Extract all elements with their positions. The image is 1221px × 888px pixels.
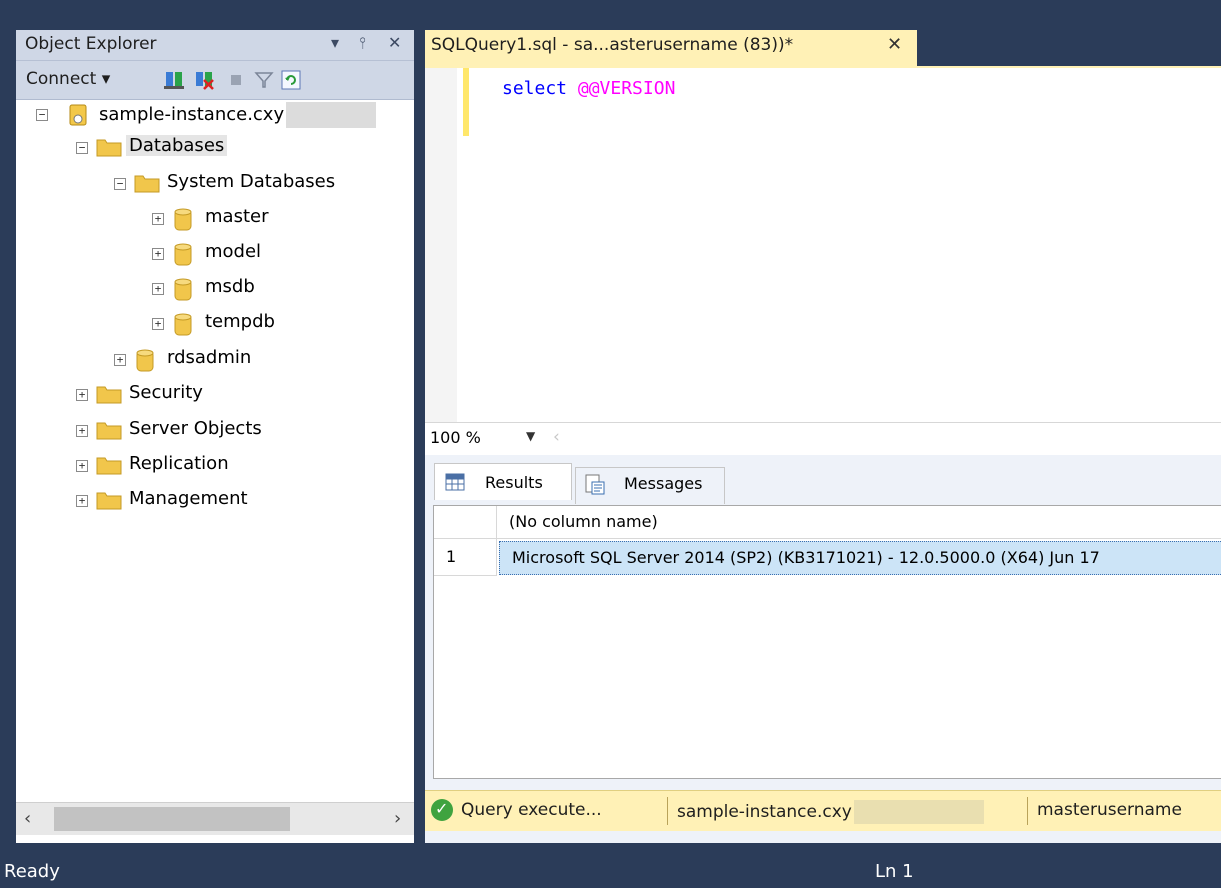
expand-icon[interactable]: + [76,389,88,401]
disconnect-server-icon[interactable] [194,70,214,90]
database-icon [174,278,192,301]
close-panel-icon[interactable]: ✕ [388,33,401,52]
expand-icon[interactable]: + [152,283,164,295]
change-indicator [463,68,469,136]
object-explorer-tree: − sample-instance.cxy − Databases − Syst… [16,100,414,800]
zoom-level[interactable]: 100 % [430,428,481,447]
tree-label: sample-instance.cxy [96,102,379,128]
column-header[interactable]: (No column name) [497,506,1221,539]
tree-label: tempdb [205,311,275,332]
database-icon [174,313,192,336]
tree-label: Server Objects [129,418,262,439]
collapse-icon[interactable]: − [36,109,48,121]
status-line-number: Ln 1 [875,861,914,882]
query-status-message: Query execute... [461,800,602,820]
query-editor[interactable]: select @@VERSION [425,66,1221,422]
sql-keyword: select [502,78,568,99]
folder-icon [96,139,122,157]
collapse-icon[interactable]: − [114,178,126,190]
scroll-left-icon[interactable]: ‹ [24,808,31,829]
tab-results[interactable]: Results [434,463,572,500]
query-status-bar: Query execute... sample-instance.cxy mas… [425,790,1221,831]
folder-icon [96,422,122,440]
tab-messages[interactable]: Messages [575,467,725,504]
redacted-text [286,102,377,128]
query-document: SQLQuery1.sql - sa...asterusername (83))… [425,30,1221,843]
window-position-dropdown-icon[interactable]: ▾ [331,33,339,52]
expand-icon[interactable]: + [76,495,88,507]
status-server: sample-instance.cxy [677,800,984,824]
tree-label: master [205,206,269,227]
refresh-icon[interactable] [281,70,301,90]
expand-icon[interactable]: + [152,248,164,260]
expand-icon[interactable]: + [76,425,88,437]
messages-icon [585,474,605,495]
code-line[interactable]: select @@VERSION [502,78,675,99]
tab-label: Messages [624,474,703,493]
expand-icon[interactable]: + [76,460,88,472]
document-tab-strip: SQLQuery1.sql - sa...asterusername (83))… [425,30,1221,68]
success-check-icon [431,799,453,821]
filter-icon[interactable] [254,70,274,90]
server-icon [69,104,87,126]
scroll-right-icon[interactable]: › [394,808,401,829]
results-grid[interactable]: (No column name) 1 Microsoft SQL Server … [433,505,1221,779]
divider [667,797,668,825]
tree-label: Databases [126,135,228,156]
close-tab-icon[interactable]: ✕ [887,34,902,55]
tree-label: Security [129,382,203,403]
expand-icon[interactable]: + [152,318,164,330]
object-explorer-panel: Object Explorer ▾ ⫯ ✕ Connect ▾ − sample [16,30,414,843]
grid-corner[interactable] [434,506,497,539]
scroll-left-icon[interactable]: ‹ [553,427,560,447]
object-explorer-titlebar: Object Explorer ▾ ⫯ ✕ [16,30,414,61]
tab-sqlquery1[interactable]: SQLQuery1.sql - sa...asterusername (83))… [425,30,917,68]
tree-label: model [205,241,262,262]
tree-label: msdb [205,276,255,297]
grid-icon [445,473,465,491]
database-icon [136,349,154,372]
divider [1027,797,1028,825]
object-explorer-toolbar: Connect ▾ [16,61,414,100]
database-icon [174,208,192,231]
object-explorer-title: Object Explorer [25,34,157,54]
row-number: 1 [446,547,457,566]
row-header[interactable]: 1 [434,539,497,576]
result-cell[interactable]: Microsoft SQL Server 2014 (SP2) (KB31710… [499,541,1221,575]
tree-label: System Databases [167,171,336,192]
folder-icon [134,175,160,193]
result-value: Microsoft SQL Server 2014 (SP2) (KB31710… [512,548,1100,567]
tree-label: rdsadmin [167,347,252,368]
status-user: masterusername [1037,800,1182,820]
folder-icon [96,457,122,475]
editor-margin [425,68,457,422]
status-ready: Ready [4,861,60,882]
results-pane: Results Messages (No column name) 1 Micr… [425,455,1221,787]
column-header-label: (No column name) [509,512,658,531]
scroll-thumb[interactable] [54,807,290,831]
zoom-bar: 100 % ▼ ‹ [425,422,1221,455]
folder-icon [96,492,122,510]
connect-server-icon[interactable] [164,70,184,90]
stop-icon[interactable] [226,70,246,90]
expand-icon[interactable]: + [114,354,126,366]
app-status-bar: Ready Ln 1 [0,852,1221,888]
tab-label: Results [485,473,543,492]
tree-label: Management [129,488,248,509]
folder-icon [96,386,122,404]
pin-icon[interactable]: ⫯ [359,33,366,53]
database-icon [174,243,192,266]
connect-button[interactable]: Connect ▾ [26,69,110,89]
expand-icon[interactable]: + [152,213,164,225]
collapse-icon[interactable]: − [76,142,88,154]
tree-label: Replication [129,453,229,474]
zoom-dropdown-icon[interactable]: ▼ [526,429,535,443]
sql-function: @@VERSION [577,78,676,99]
redacted-text [853,800,984,824]
horizontal-scrollbar[interactable]: ‹ › [16,802,414,835]
tab-label: SQLQuery1.sql - sa...asterusername (83))… [431,35,794,55]
